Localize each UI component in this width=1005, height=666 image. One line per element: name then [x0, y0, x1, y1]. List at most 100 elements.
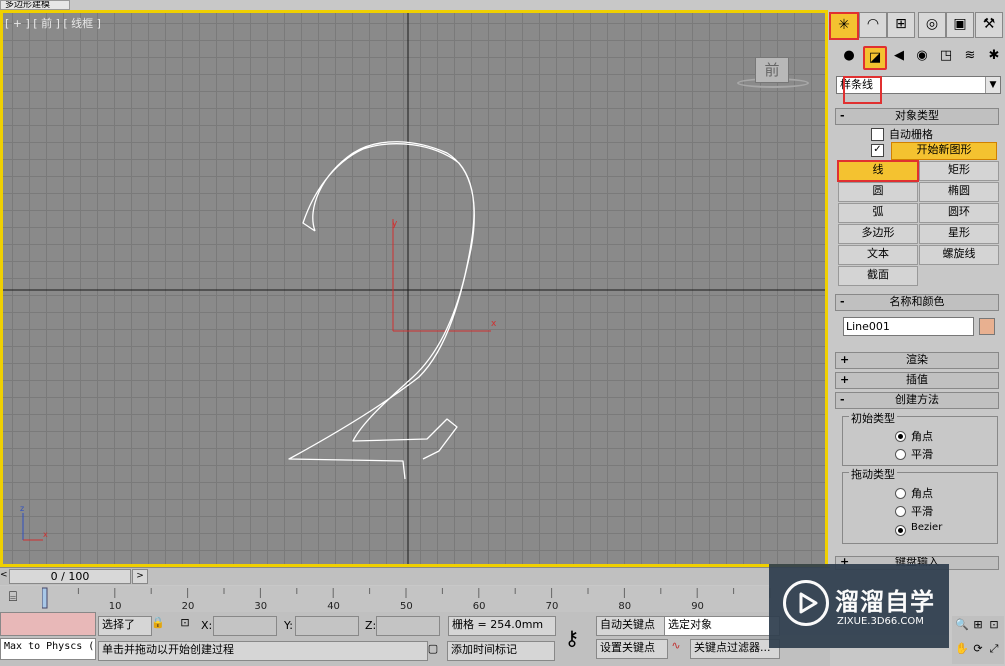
initial-corner-label: 角点: [911, 430, 933, 443]
systems-icon[interactable]: ✱: [984, 46, 1004, 66]
viewport-label[interactable]: [ + ] [ 前 ] [ 线框 ]: [5, 15, 101, 31]
ruler-tick-label: 10: [109, 601, 122, 612]
status-bar: Max to Physcs ( 选择了 🔒 ⊡ X: Y: Z: 栅格 = 25…: [0, 612, 830, 666]
object-color-swatch[interactable]: [979, 318, 995, 335]
star-button[interactable]: 星形: [919, 224, 999, 244]
chevron-down-icon[interactable]: ▼: [985, 77, 1000, 93]
prompt-line: 单击并拖动以开始创建过程: [98, 641, 428, 661]
curve-editor-icon[interactable]: ⌸: [2, 589, 24, 609]
gizmo-y-label: y: [392, 219, 398, 229]
line-button[interactable]: 线: [837, 160, 919, 182]
y-coord-label: Y:: [284, 619, 293, 632]
display-tab-icon[interactable]: ▣: [946, 12, 974, 38]
drag-smooth-radio[interactable]: [895, 506, 906, 517]
creation-method-rollout-header[interactable]: - 创建方法: [835, 392, 999, 409]
lock-icon[interactable]: 🔒: [150, 616, 166, 634]
pan-icon[interactable]: ✋: [954, 642, 970, 658]
ruler-tick-label: 70: [546, 601, 559, 612]
y-coord-field[interactable]: [295, 616, 359, 636]
name-color-rollout-header[interactable]: - 名称和颜色: [835, 294, 999, 311]
maxscript-mini-listener[interactable]: Max to Physcs (: [0, 638, 96, 660]
create-tab-icon[interactable]: ✳: [829, 12, 859, 40]
auto-grid-checkbox[interactable]: [871, 128, 884, 141]
helix-button[interactable]: 螺旋线: [919, 245, 999, 265]
set-key-icon[interactable]: ⚷: [552, 618, 592, 658]
drag-bezier-radio[interactable]: [895, 525, 906, 536]
watermark-url: ZIXUE.3D66.COM: [837, 616, 924, 627]
geometry-icon[interactable]: ●: [839, 46, 859, 66]
x-coord-label: X:: [201, 619, 213, 632]
time-slider-prev-icon[interactable]: <: [0, 570, 9, 583]
drag-corner-label: 角点: [911, 487, 933, 500]
spacewarps-icon[interactable]: ≋: [960, 46, 980, 66]
ellipse-button[interactable]: 椭圆: [919, 182, 999, 202]
arc-button[interactable]: 弧: [838, 203, 918, 223]
ruler-tick-label: 90: [691, 601, 704, 612]
text-button[interactable]: 文本: [838, 245, 918, 265]
circle-button[interactable]: 圆: [838, 182, 918, 202]
utilities-tab-icon[interactable]: ⚒: [975, 12, 1003, 38]
initial-corner-radio[interactable]: [895, 431, 906, 442]
rendering-rollout-header[interactable]: + 渲染: [835, 352, 999, 369]
initial-smooth-radio[interactable]: [895, 449, 906, 460]
drag-corner-radio[interactable]: [895, 488, 906, 499]
time-slider-next-icon[interactable]: >: [132, 569, 148, 584]
drag-type-label: 拖动类型: [849, 466, 897, 482]
ruler-tick-label: 60: [473, 601, 486, 612]
track-bar[interactable]: ⌸ 10 20 30 40 50 60 70 80 90: [0, 586, 830, 612]
key-filters-button[interactable]: 关键点过滤器...: [690, 639, 780, 659]
shapes-icon[interactable]: ◪: [863, 46, 887, 70]
z-coord-label: Z:: [365, 619, 377, 632]
ruler-tick-label: 80: [618, 601, 631, 612]
track-ruler[interactable]: 10 20 30 40 50 60 70 80 90: [42, 586, 832, 612]
add-time-tag[interactable]: 添加时间标记: [447, 641, 555, 661]
auto-key-button[interactable]: 自动关键点: [596, 616, 668, 636]
corner-tripod-z-label: z: [20, 504, 24, 513]
document-tab[interactable]: 多边形建模: [0, 0, 70, 10]
start-new-shape-button[interactable]: 开始新图形: [891, 142, 997, 160]
x-coord-field[interactable]: [213, 616, 277, 636]
watermark-title: 溜溜自学: [835, 588, 935, 616]
helpers-icon[interactable]: ◳: [936, 46, 956, 66]
drag-bezier-label: Bezier: [911, 522, 943, 533]
absolute-mode-icon[interactable]: ⊡: [176, 616, 194, 634]
selected-object-dropdown[interactable]: 选定对象: [664, 616, 780, 636]
ruler-tick-label: 30: [254, 601, 267, 612]
watermark: 溜溜自学 ZIXUE.3D66.COM: [769, 564, 949, 648]
ruler-tick-label: 20: [182, 601, 195, 612]
lights-icon[interactable]: ◀: [889, 46, 909, 66]
maximize-viewport-icon[interactable]: ⤢: [986, 642, 1002, 658]
start-new-shape-checkbox[interactable]: ✓: [871, 144, 884, 157]
donut-button[interactable]: 圆环: [919, 203, 999, 223]
front-viewport[interactable]: y x z x [ + ] [ 前 ] [ 线框 ] 前: [0, 10, 828, 567]
maxscript-mini-listener-top[interactable]: [0, 612, 96, 636]
corner-tripod-x-label: x: [43, 530, 48, 539]
time-tag-icon[interactable]: ▢: [425, 642, 441, 658]
z-coord-field[interactable]: [376, 616, 440, 636]
ngon-button[interactable]: 多边形: [838, 224, 918, 244]
viewport-scene: y x z x: [3, 13, 825, 564]
viewcube[interactable]: 前: [755, 57, 789, 83]
object-type-rollout-header[interactable]: - 对象类型: [835, 108, 999, 125]
set-key-button[interactable]: 设置关键点: [596, 639, 668, 659]
hierarchy-tab-icon[interactable]: ⊞: [887, 12, 915, 38]
interpolation-rollout-header[interactable]: + 插值: [835, 372, 999, 389]
motion-tab-icon[interactable]: ◎: [918, 12, 946, 38]
zoom-icon[interactable]: 🔍: [954, 618, 970, 634]
watermark-play-icon: [783, 580, 829, 626]
modify-tab-icon[interactable]: ◠: [859, 12, 887, 38]
viewport-navigation: 🔍 ⊞ ⊡ ✋ ⟳ ⤢: [952, 616, 1004, 664]
initial-type-label: 初始类型: [849, 410, 897, 426]
drag-smooth-label: 平滑: [911, 505, 933, 518]
orbit-icon[interactable]: ⟳: [970, 642, 986, 658]
key-tangent-icon[interactable]: ∿: [664, 639, 688, 657]
cameras-icon[interactable]: ◉: [912, 46, 932, 66]
zoom-all-icon[interactable]: ⊞: [970, 618, 986, 634]
section-button[interactable]: 截面: [838, 266, 918, 286]
time-slider-handle[interactable]: 0 / 100: [9, 569, 131, 584]
rectangle-button[interactable]: 矩形: [919, 161, 999, 181]
selection-count: 选择了: [98, 616, 152, 636]
zoom-extents-icon[interactable]: ⊡: [986, 618, 1002, 634]
time-slider[interactable]: < 0 / 100 >: [0, 567, 830, 585]
object-name-field[interactable]: Line001: [843, 317, 974, 336]
